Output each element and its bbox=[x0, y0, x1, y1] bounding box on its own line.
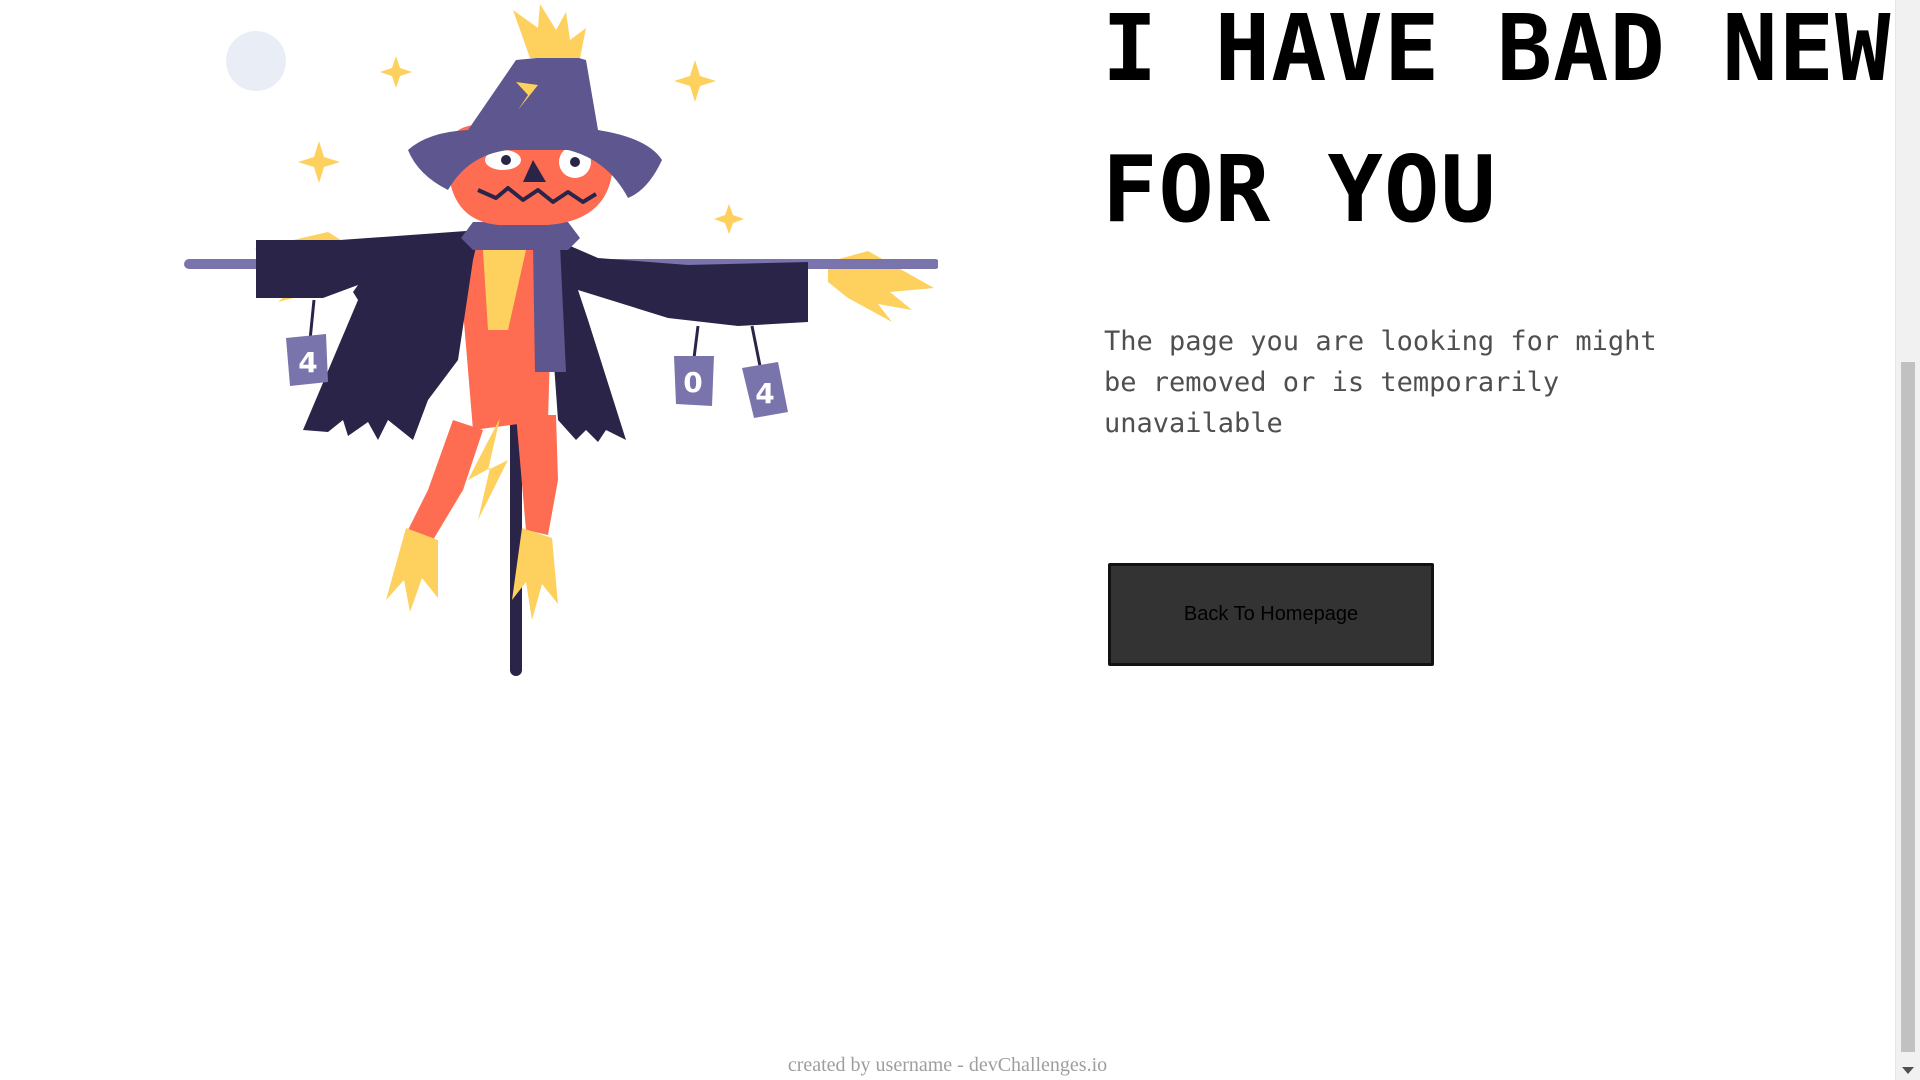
scarecrow-illustration: 4 0 4 bbox=[184, 4, 938, 676]
footer-credit: created by username - devChallenges.io bbox=[787, 1054, 1108, 1076]
page: 4 0 4 I HAVE BAD NEWS FOR YOU The page y… bbox=[0, 0, 1920, 1080]
back-to-homepage-button[interactable]: Back To Homepage bbox=[1108, 563, 1434, 666]
title-line-1: I HAVE BAD NEWS bbox=[1102, 0, 1895, 102]
title-line-2: FOR YOU bbox=[1102, 136, 1497, 243]
can-label-3: 4 bbox=[755, 377, 774, 410]
vertical-scrollbar[interactable] bbox=[1895, 0, 1920, 1080]
scroll-down-arrow-icon[interactable] bbox=[1902, 1067, 1914, 1074]
moon-icon bbox=[226, 31, 286, 91]
can-label-1: 4 bbox=[298, 346, 317, 379]
scrollbar-thumb[interactable] bbox=[1901, 362, 1915, 1052]
page-title: I HAVE BAD NEWS FOR YOU bbox=[1102, 0, 1895, 260]
can-label-2: 0 bbox=[683, 366, 702, 399]
viewport: 4 0 4 I HAVE BAD NEWS FOR YOU The page y… bbox=[0, 0, 1895, 1080]
error-description: The page you are looking for might be re… bbox=[1104, 326, 1657, 439]
